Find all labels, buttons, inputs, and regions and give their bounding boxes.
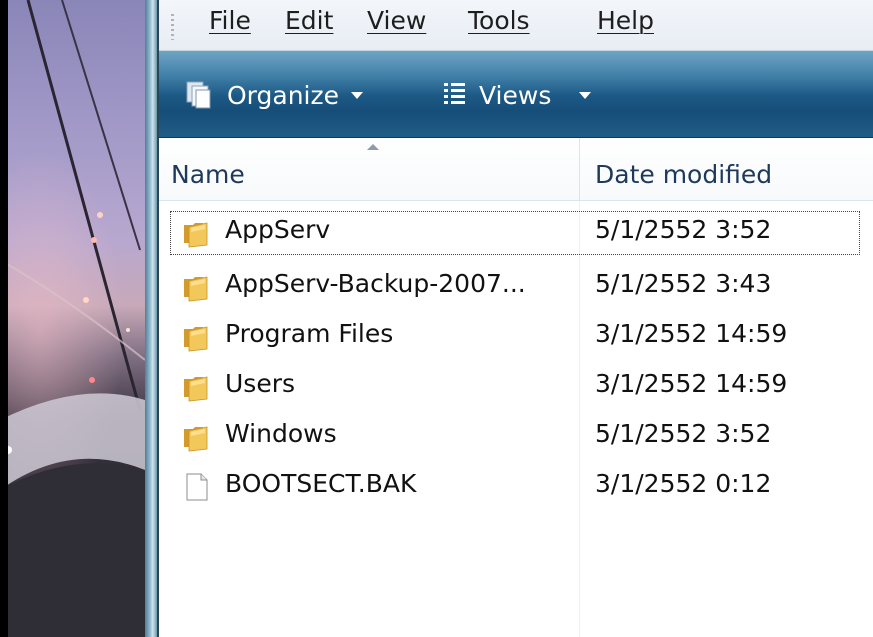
file-name: AppServ-Backup-2007...: [225, 269, 526, 298]
file-name: Windows: [225, 419, 337, 448]
menu-tools[interactable]: Tools: [468, 6, 530, 35]
file-row-program-files[interactable]: Program Files 3/1/2552 14:59: [159, 309, 873, 355]
views-label: Views: [479, 80, 552, 110]
file-name: Users: [225, 369, 296, 398]
file-name: Program Files: [225, 319, 394, 348]
folder-icon: [184, 326, 208, 352]
folder-icon: [184, 222, 208, 248]
folder-icon: [184, 276, 208, 302]
menu-edit[interactable]: Edit: [285, 6, 333, 35]
desktop-wallpaper: [0, 0, 145, 637]
menu-help[interactable]: Help: [597, 6, 654, 35]
menu-view[interactable]: View: [367, 6, 426, 35]
file-row-appserv-backup[interactable]: AppServ-Backup-2007... 5/1/2552 3:43: [159, 259, 873, 305]
file-date: 5/1/2552 3:43: [595, 269, 772, 298]
organize-icon: [186, 81, 211, 109]
sort-ascending-icon: [367, 144, 379, 150]
menu-file[interactable]: File: [209, 6, 251, 35]
organize-label: Organize: [227, 80, 339, 110]
menu-bar: File Edit View Tools Help: [159, 0, 873, 51]
bridge-image: [0, 0, 145, 637]
column-header: Name Date modified: [159, 138, 873, 201]
file-row-windows[interactable]: Windows 5/1/2552 3:52: [159, 409, 873, 455]
file-list: AppServ 5/1/2552 3:52 AppServ-Backup-200…: [159, 201, 873, 637]
organize-button[interactable]: Organize: [183, 75, 363, 115]
file-icon: [186, 473, 208, 501]
file-name: BOOTSECT.BAK: [225, 469, 417, 498]
file-date: 5/1/2552 3:52: [595, 419, 772, 448]
file-name: AppServ: [225, 215, 331, 244]
window-frame: [145, 0, 159, 637]
views-icon: [444, 83, 465, 104]
file-row-bootsect[interactable]: BOOTSECT.BAK 3/1/2552 0:12: [159, 459, 873, 505]
views-dropdown-icon: [579, 91, 592, 99]
folder-icon: [184, 376, 208, 402]
screen-edge: [0, 0, 8, 637]
file-date: 3/1/2552 14:59: [595, 369, 788, 398]
file-date: 3/1/2552 0:12: [595, 469, 772, 498]
file-row-appserv[interactable]: AppServ 5/1/2552 3:52: [159, 205, 873, 255]
menu-grip[interactable]: [171, 14, 174, 40]
views-button[interactable]: Views: [443, 75, 592, 115]
folder-icon: [184, 426, 208, 452]
file-date: 3/1/2552 14:59: [595, 319, 788, 348]
command-bar: Organize Views: [159, 51, 873, 138]
column-date-modified[interactable]: Date modified: [595, 160, 772, 189]
organize-dropdown-icon: [351, 91, 363, 99]
file-row-users[interactable]: Users 3/1/2552 14:59: [159, 359, 873, 405]
file-date: 5/1/2552 3:52: [595, 215, 772, 244]
column-name[interactable]: Name: [171, 160, 245, 189]
column-divider[interactable]: [579, 138, 580, 200]
